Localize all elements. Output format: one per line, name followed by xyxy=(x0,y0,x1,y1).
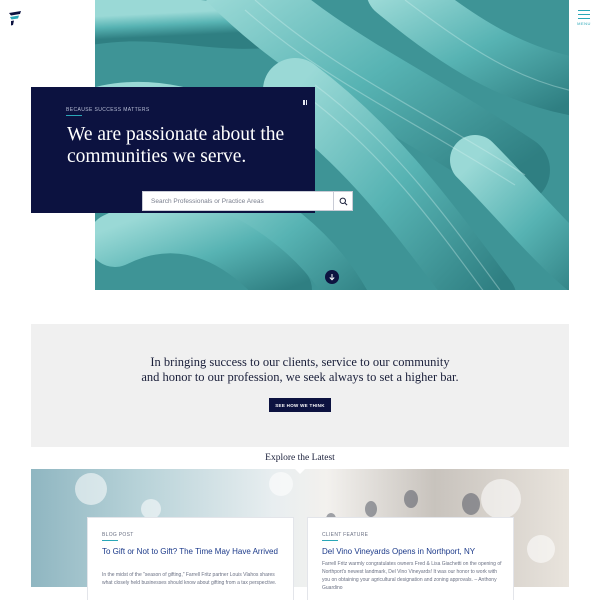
card-blog-post[interactable]: BLOG POST To Gift or Not to Gift? The Ti… xyxy=(87,517,294,600)
search-input[interactable] xyxy=(142,191,333,211)
see-how-we-think-button[interactable]: SEE HOW WE THINK xyxy=(269,398,331,412)
mission-statement: In bringing success to our clients, serv… xyxy=(31,355,569,384)
explore-title: Explore the Latest xyxy=(265,453,335,463)
card-client-feature[interactable]: CLIENT FEATURE Del Vino Vineyards Opens … xyxy=(307,517,514,600)
hero-eyebrow: BECAUSE SUCCESS MATTERS xyxy=(66,107,150,113)
pause-icon[interactable] xyxy=(303,92,309,105)
menu-label: MENU xyxy=(577,21,591,26)
hero-title: We are passionate about the communities … xyxy=(67,124,285,167)
card-excerpt: In the midst of the "season of gifting,"… xyxy=(102,572,277,586)
firm-logo[interactable] xyxy=(8,10,24,26)
search-icon xyxy=(339,197,347,205)
card-title[interactable]: Del Vino Vineyards Opens in Northport, N… xyxy=(322,547,502,557)
card-category: BLOG POST xyxy=(102,532,134,538)
mission-section: In bringing success to our clients, serv… xyxy=(31,324,569,447)
mission-line-1: In bringing success to our clients, serv… xyxy=(150,355,450,369)
menu-button[interactable]: MENU xyxy=(574,8,594,28)
mission-line-2: and honor to our profession, we seek alw… xyxy=(141,369,459,384)
card-category-rule xyxy=(102,540,118,541)
card-excerpt: Farrell Fritz warmly congratulates owner… xyxy=(322,561,502,591)
card-category-rule xyxy=(322,540,338,541)
card-category: CLIENT FEATURE xyxy=(322,532,369,538)
explore-notch xyxy=(294,468,306,474)
search-button[interactable] xyxy=(333,191,353,211)
search-bar xyxy=(142,191,353,211)
eyebrow-rule xyxy=(66,115,82,116)
hamburger-icon xyxy=(578,10,590,19)
card-title[interactable]: To Gift or Not to Gift? The Time May Hav… xyxy=(102,547,282,557)
arrow-down-icon xyxy=(329,274,335,281)
scroll-down-button[interactable] xyxy=(325,270,339,284)
